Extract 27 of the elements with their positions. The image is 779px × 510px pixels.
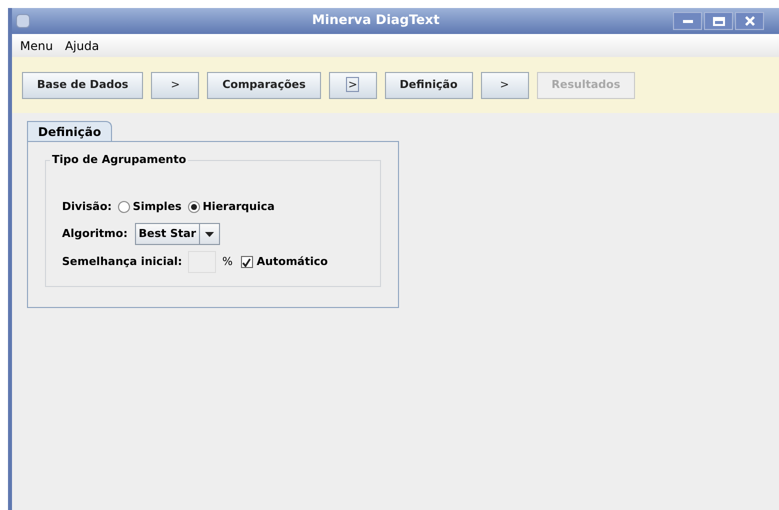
- group-title: Tipo de Agrupamento: [50, 152, 188, 168]
- field-label: Algoritmo:: [62, 226, 128, 242]
- close-button[interactable]: [735, 12, 764, 30]
- caret-icon: [205, 232, 214, 236]
- check-icon: [242, 258, 252, 266]
- menu-item[interactable]: Ajuda: [64, 36, 100, 54]
- menu-item[interactable]: Menu: [20, 36, 53, 54]
- maximize-button[interactable]: [704, 12, 733, 30]
- next-button[interactable]: >: [480, 72, 529, 98]
- close-icon: [744, 16, 754, 26]
- field-label: Divisão:: [62, 198, 112, 215]
- step-button[interactable]: Definição: [384, 72, 473, 98]
- step-button[interactable]: Comparações: [207, 72, 321, 98]
- radio-button[interactable]: Simples: [118, 198, 182, 216]
- radio-button[interactable]: Hierarquica: [188, 198, 275, 216]
- next-button[interactable]: >: [328, 72, 377, 98]
- next-button[interactable]: >: [151, 72, 200, 98]
- algorithm-dropdown[interactable]: Best Star: [134, 223, 220, 245]
- window-title: Minerva DiagText: [312, 12, 440, 30]
- app-icon: [16, 14, 30, 28]
- field-label: Semelhança inicial:: [62, 254, 182, 270]
- minimize-icon: [682, 20, 692, 22]
- minimize-button[interactable]: [673, 12, 702, 30]
- tab[interactable]: Definição: [27, 121, 112, 141]
- maximize-icon: [712, 16, 724, 26]
- unit-label: %: [222, 254, 233, 270]
- step-button[interactable]: Base de Dados: [22, 72, 144, 98]
